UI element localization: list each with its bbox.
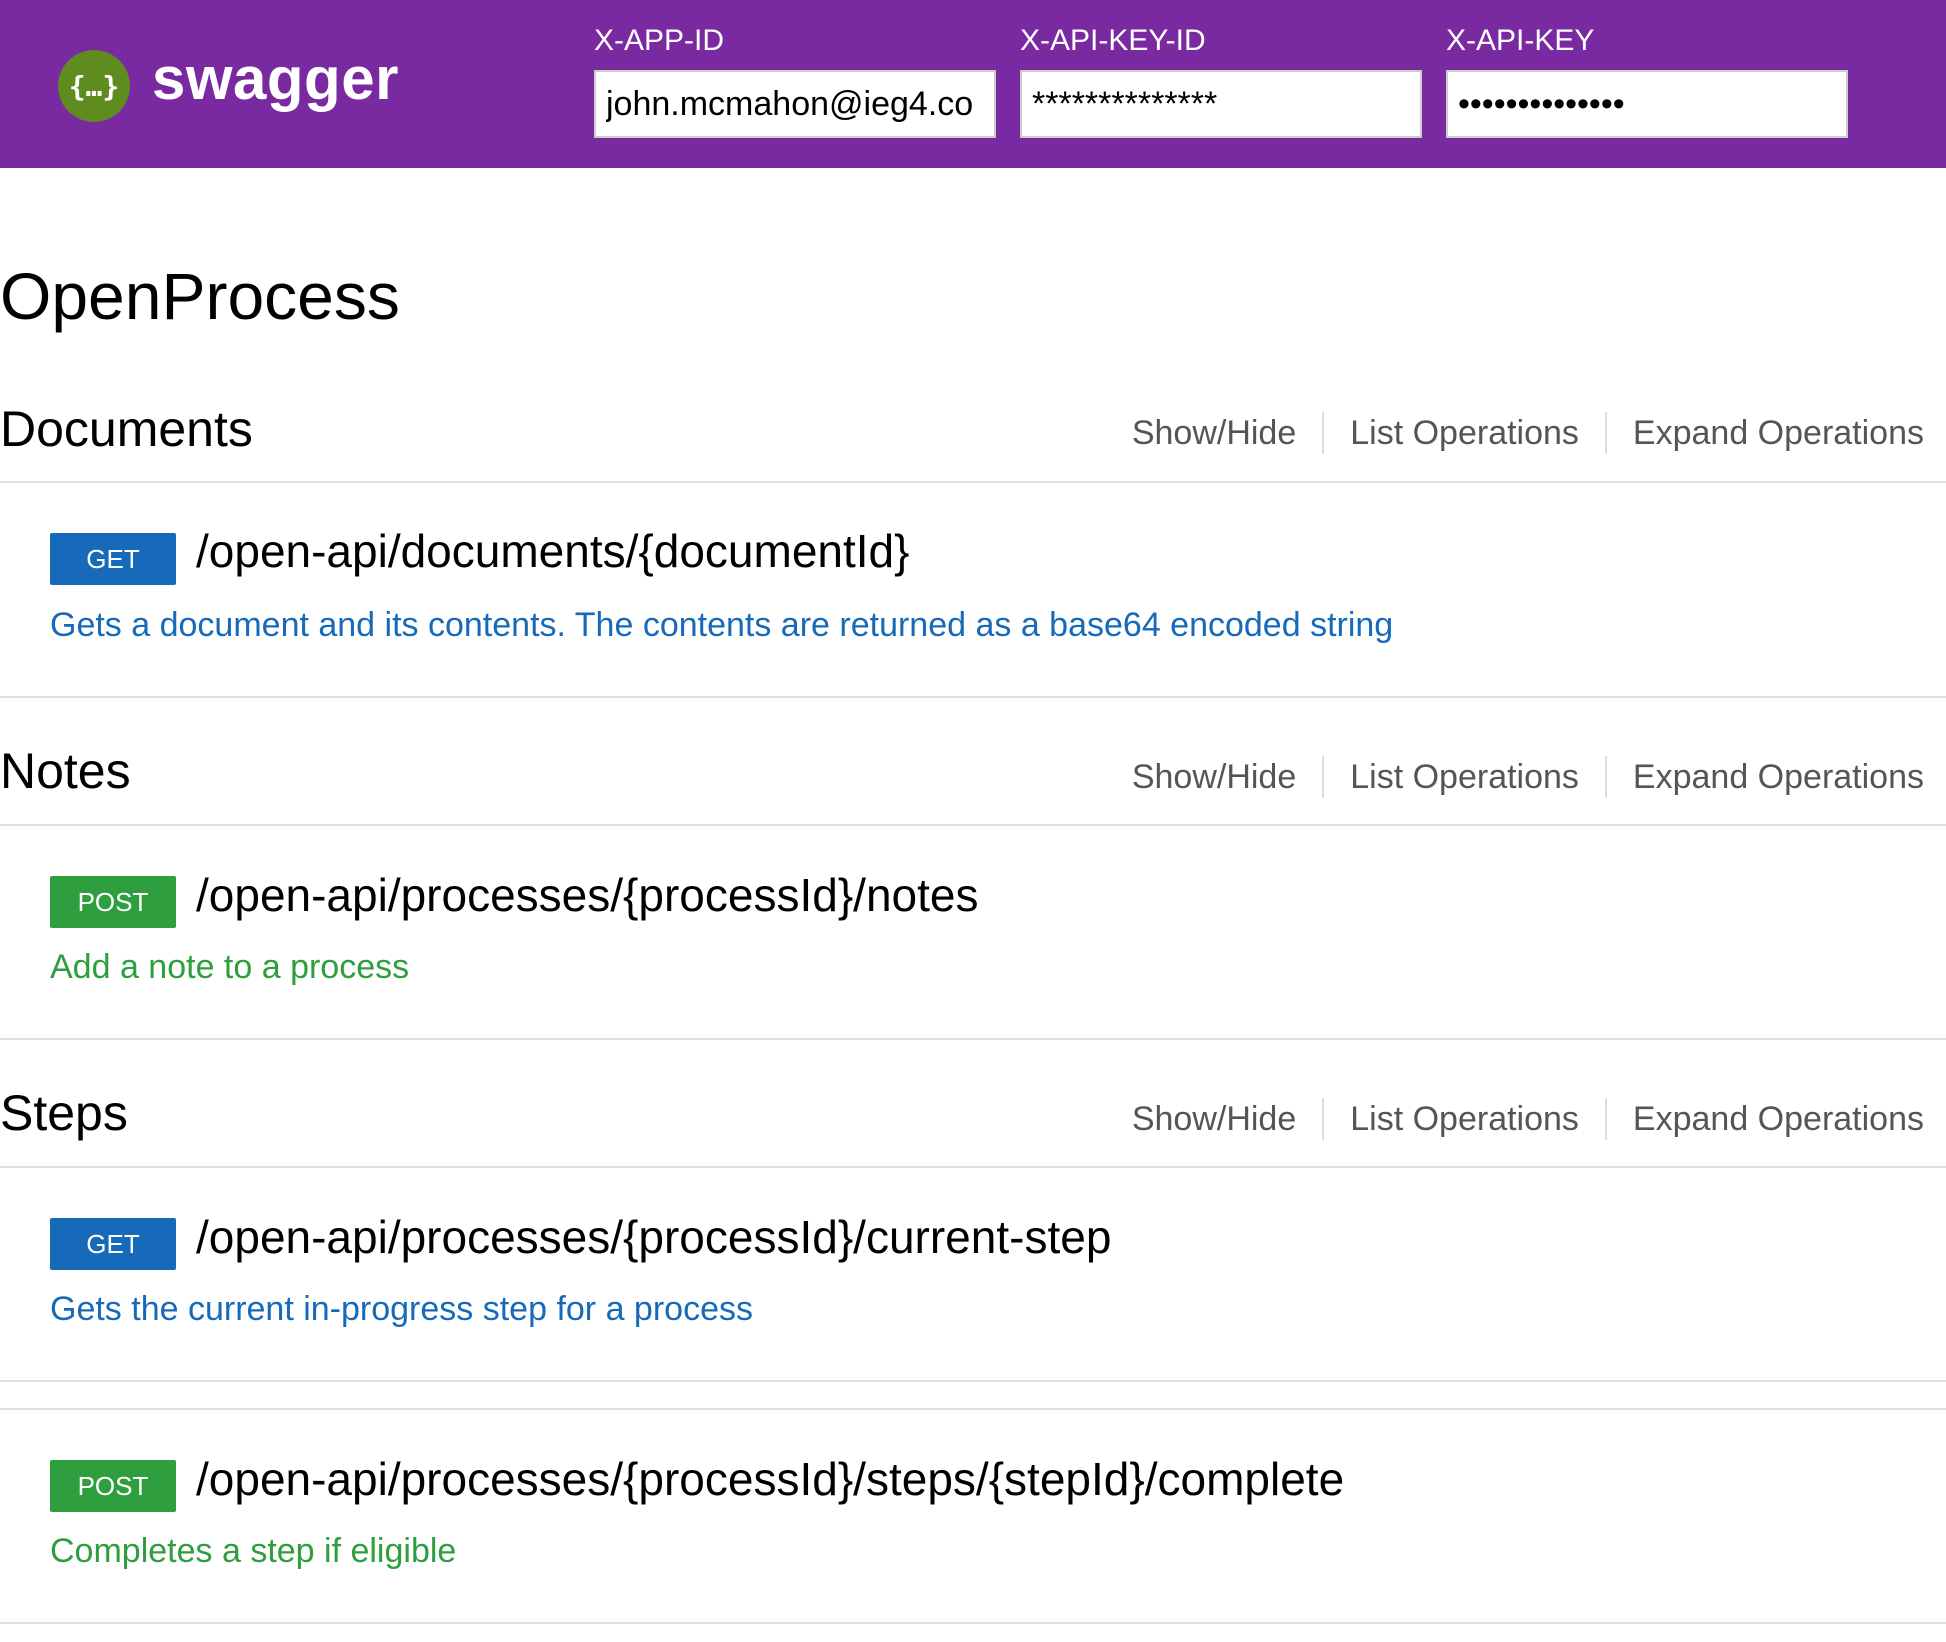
list-operations-link[interactable]: List Operations <box>1324 1100 1605 1139</box>
section-notes-title[interactable]: Notes <box>0 742 131 800</box>
api-key-id-label: X-API-KEY-ID <box>1020 24 1206 57</box>
api-key-id-input[interactable] <box>1020 70 1422 138</box>
endpoint-path[interactable]: /open-api/processes/{processId}/notes <box>196 868 979 922</box>
endpoint-path[interactable]: /open-api/processes/{processId}/current-… <box>196 1210 1111 1264</box>
list-operations-link[interactable]: List Operations <box>1324 758 1605 797</box>
endpoint-description[interactable]: Completes a step if eligible <box>50 1532 456 1571</box>
page-title: OpenProcess <box>0 259 400 333</box>
expand-operations-link[interactable]: Expand Operations <box>1607 758 1924 797</box>
divider <box>0 481 1946 483</box>
divider <box>0 824 1946 826</box>
method-badge-get[interactable]: GET <box>50 533 176 585</box>
endpoint-description[interactable]: Gets the current in-progress step for a … <box>50 1290 753 1329</box>
endpoint-path[interactable]: /open-api/processes/{processId}/steps/{s… <box>196 1452 1344 1506</box>
method-badge-get[interactable]: GET <box>50 1218 176 1270</box>
expand-operations-link[interactable]: Expand Operations <box>1607 414 1924 453</box>
divider <box>0 696 1946 698</box>
divider <box>0 1166 1946 1168</box>
section-documents-actions: Show/Hide List Operations Expand Operati… <box>1106 412 1924 454</box>
show-hide-link[interactable]: Show/Hide <box>1106 758 1322 797</box>
section-steps-title[interactable]: Steps <box>0 1084 128 1142</box>
divider <box>0 1408 1946 1410</box>
divider <box>0 1380 1946 1382</box>
api-key-input[interactable] <box>1446 70 1848 138</box>
section-documents-title[interactable]: Documents <box>0 400 253 458</box>
show-hide-link[interactable]: Show/Hide <box>1106 414 1322 453</box>
method-badge-post[interactable]: POST <box>50 876 176 928</box>
endpoint-description[interactable]: Gets a document and its contents. The co… <box>50 606 1393 645</box>
brand-name: swagger <box>152 45 399 112</box>
top-bar: {…} swagger X-APP-ID X-API-KEY-ID X-API-… <box>0 0 1946 168</box>
method-badge-post[interactable]: POST <box>50 1460 176 1512</box>
api-key-label: X-API-KEY <box>1446 24 1595 57</box>
list-operations-link[interactable]: List Operations <box>1324 414 1605 453</box>
swagger-logo-icon: {…} <box>58 50 130 122</box>
endpoint-description[interactable]: Add a note to a process <box>50 948 409 987</box>
section-steps-actions: Show/Hide List Operations Expand Operati… <box>1106 1098 1924 1140</box>
endpoint-path[interactable]: /open-api/documents/{documentId} <box>196 524 910 578</box>
section-notes-actions: Show/Hide List Operations Expand Operati… <box>1106 756 1924 798</box>
app-id-label: X-APP-ID <box>594 24 725 57</box>
divider <box>0 1038 1946 1040</box>
app-id-input[interactable] <box>594 70 996 138</box>
expand-operations-link[interactable]: Expand Operations <box>1607 1100 1924 1139</box>
show-hide-link[interactable]: Show/Hide <box>1106 1100 1322 1139</box>
divider <box>0 1622 1946 1624</box>
